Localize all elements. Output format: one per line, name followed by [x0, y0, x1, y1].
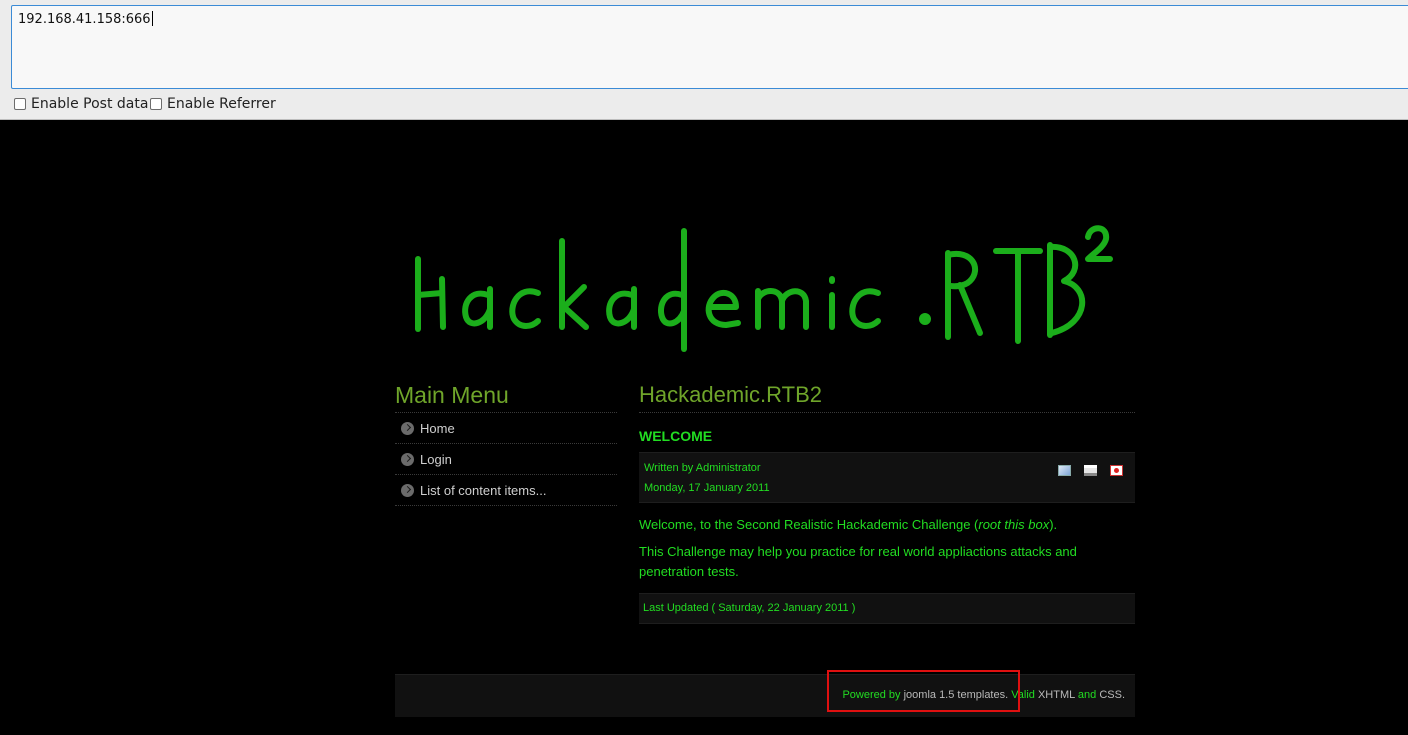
arrow-bullet-icon [401, 452, 414, 466]
checkbox-icon[interactable] [14, 98, 26, 110]
menu-item-home[interactable]: Home [395, 413, 617, 444]
url-textarea[interactable]: 192.168.41.158:666 [11, 5, 1408, 89]
article: Hackademic.RTB2 WELCOME Written by Admin… [639, 380, 1135, 624]
enable-referrer-label: Enable Referrer [167, 96, 276, 112]
print-icon[interactable] [1084, 465, 1097, 476]
enable-referrer-checkbox[interactable]: Enable Referrer [150, 96, 276, 112]
arrow-bullet-icon [401, 421, 414, 435]
last-updated: Last Updated ( Saturday, 22 January 2011… [639, 593, 1135, 624]
hackbar-toolbar: 192.168.41.158:666 Enable Post data Enab… [0, 0, 1408, 120]
url-value: 192.168.41.158:666 [18, 12, 151, 27]
page-title: Hackademic.RTB2 [639, 380, 1135, 413]
menu-item-label: Login [420, 451, 452, 467]
menu-item-label: Home [420, 420, 455, 436]
highlight-box [827, 670, 1020, 712]
web-page: Main Menu Home Login List of content ite… [0, 121, 1408, 735]
intro-text-end: ). [1049, 517, 1058, 532]
checkbox-icon[interactable] [150, 98, 162, 110]
intro-emphasis: root this box [978, 517, 1050, 532]
text-caret [151, 11, 153, 26]
challenge-paragraph: This Challenge may help you practice for… [639, 544, 1077, 579]
intro-paragraph: Welcome, to the Second Realistic Hackade… [639, 515, 1135, 535]
menu-item-login[interactable]: Login [395, 444, 617, 475]
footer: Powered by joomla 1.5 templates. Valid X… [395, 674, 1135, 717]
enable-post-data-checkbox[interactable]: Enable Post data [14, 96, 148, 112]
main-menu-title: Main Menu [395, 380, 617, 413]
article-actions [1058, 465, 1123, 476]
enable-post-data-label: Enable Post data [31, 96, 149, 112]
and-text: and [1077, 689, 1097, 701]
intro-text: Welcome, to the Second Realistic Hackade… [639, 517, 979, 532]
footer-end-dot: . [1121, 689, 1125, 701]
article-meta: Written by Administrator Monday, 17 Janu… [639, 452, 1135, 503]
css-link[interactable]: CSS [1099, 689, 1122, 701]
arrow-bullet-icon [401, 483, 414, 497]
xhtml-link[interactable]: XHTML [1038, 689, 1075, 701]
article-heading[interactable]: WELCOME [639, 428, 1135, 448]
menu-item-content-list[interactable]: List of content items... [395, 475, 617, 506]
email-icon[interactable] [1058, 465, 1071, 476]
main-menu: Main Menu Home Login List of content ite… [395, 380, 617, 506]
menu-item-label: List of content items... [420, 482, 547, 498]
article-date: Monday, 17 January 2011 [644, 482, 770, 494]
site-logo [415, 225, 1113, 352]
pdf-icon[interactable] [1110, 465, 1123, 476]
